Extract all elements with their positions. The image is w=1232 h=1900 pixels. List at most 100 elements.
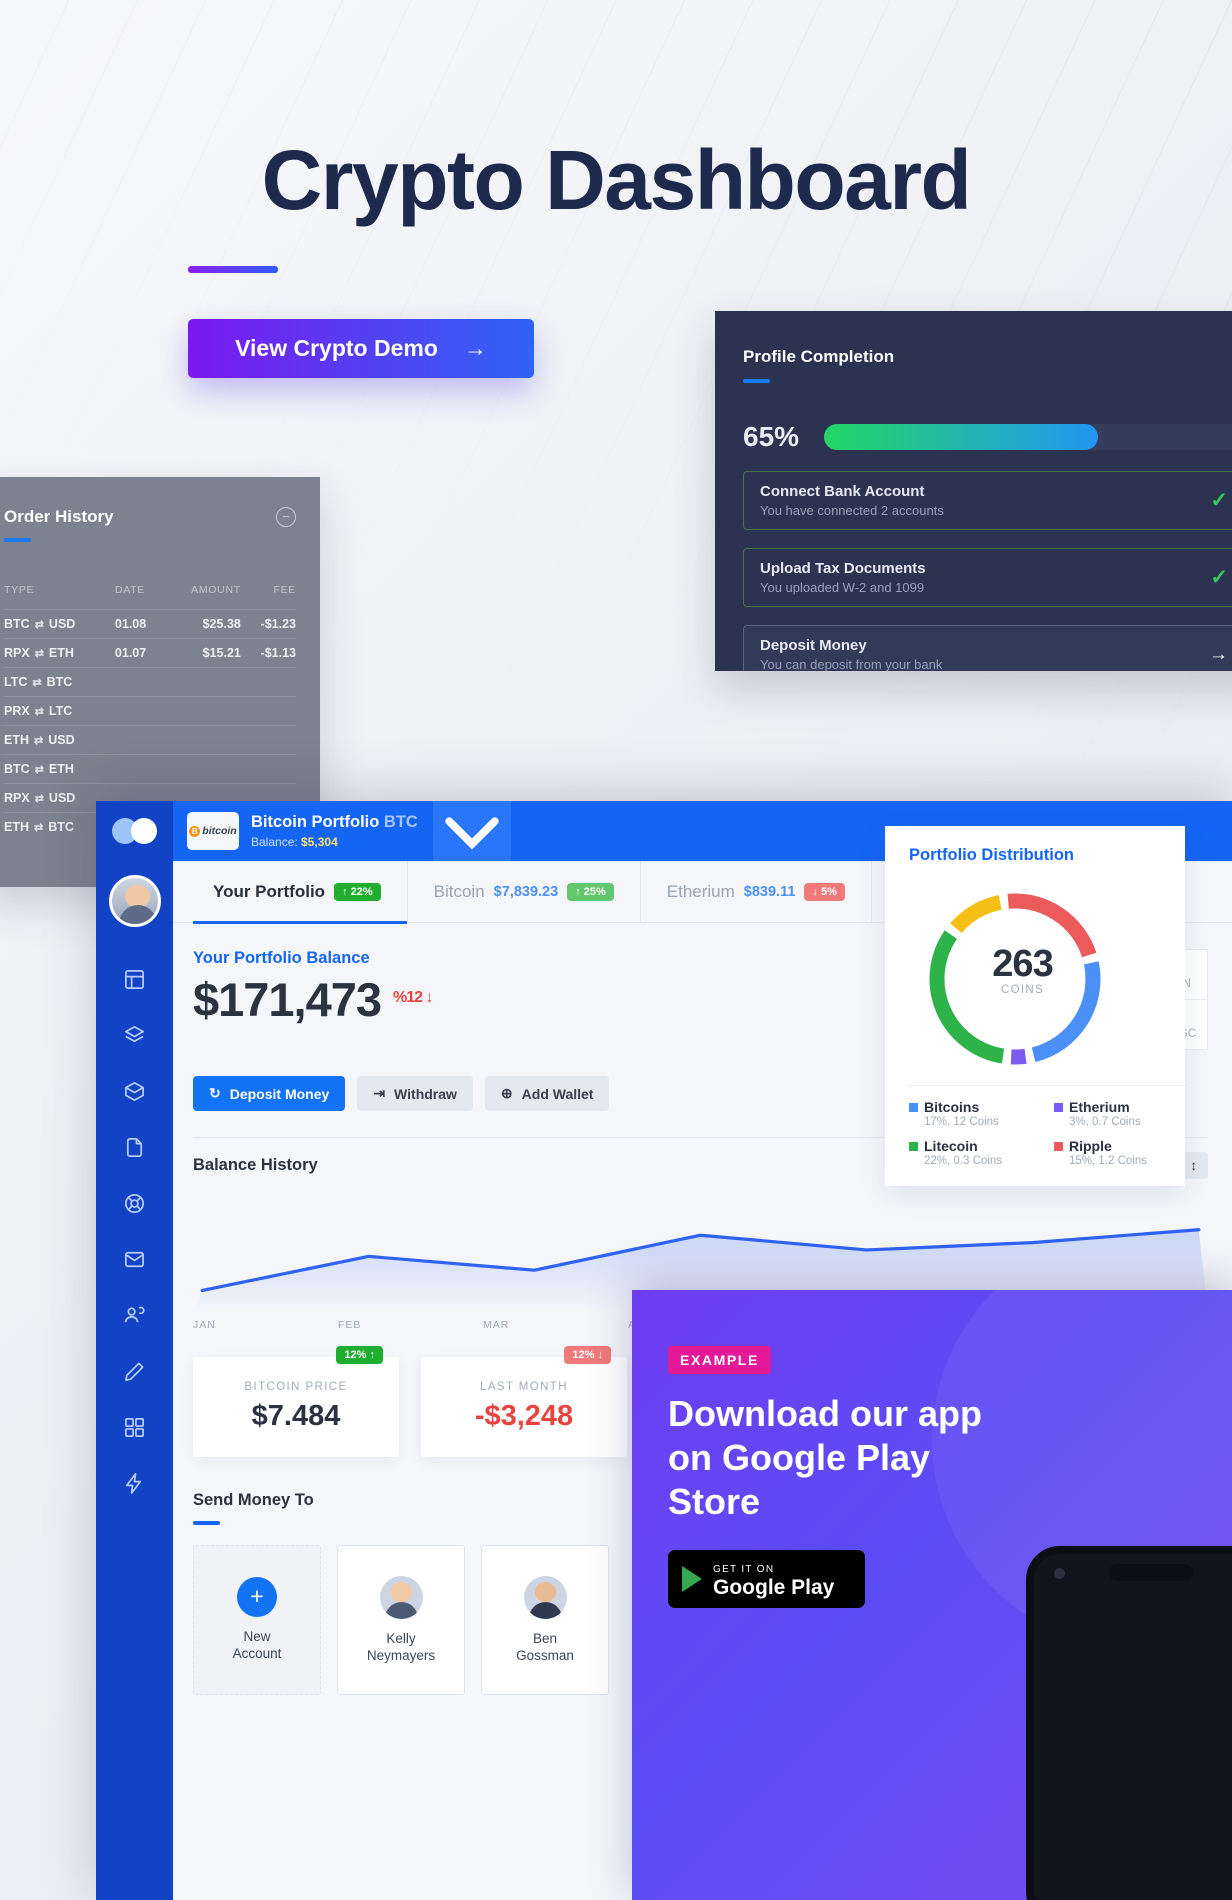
sidebar-item-support[interactable] (109, 1177, 161, 1229)
cell-amount (163, 667, 241, 697)
google-play-small-text: GET IT ON (713, 1563, 775, 1575)
cell-date (114, 667, 164, 697)
section-underline (4, 538, 31, 542)
cell-type: LTC ⇄ BTC (4, 667, 115, 697)
contact-name: Ben Gossman (516, 1630, 574, 1663)
profile-task-item[interactable]: Connect Bank Account You have connected 2… (743, 471, 1232, 530)
cell-type: ETH ⇄ USD (4, 725, 115, 755)
stat-value: -$3,248 (474, 1400, 574, 1432)
table-row[interactable]: PRX ⇄ LTC (4, 696, 296, 726)
sidebar-item-apps[interactable] (109, 1401, 161, 1453)
tab-etherium[interactable]: Etherium $839.11 ↓ 5% (641, 860, 872, 923)
table-row[interactable]: LTC ⇄ BTC (4, 667, 296, 697)
legend-sublabel: 17%, 12 Coins (924, 1116, 999, 1128)
profile-completion-title: Profile Completion (743, 347, 895, 366)
avatar[interactable] (108, 875, 161, 927)
logo-dots-icon (111, 818, 158, 844)
cell-amount: $15.21 (163, 638, 241, 668)
cell-fee: -$1.23 (240, 609, 296, 639)
view-crypto-demo-button[interactable]: View Crypto Demo → (188, 319, 534, 378)
cell-fee (240, 667, 296, 697)
google-play-icon (682, 1565, 702, 1592)
sidebar-item-activity[interactable] (109, 1457, 161, 1509)
profile-task-item[interactable]: Deposit Money You can deposit from your b… (743, 625, 1232, 671)
column-header: TYPE (4, 584, 35, 596)
stat-change-badge: 12% ↑ (336, 1346, 383, 1364)
refresh-icon: ↻ (209, 1085, 221, 1101)
check-icon: ✓ (1210, 489, 1228, 512)
app-logo[interactable] (96, 801, 173, 861)
tab-price: $7,839.23 (493, 883, 559, 900)
portfolio-balance-line: Balance: $5,304 (251, 835, 418, 849)
new-account-button[interactable]: + New Account (193, 1545, 321, 1695)
legend-sublabel: 22%, 0.3 Coins (924, 1155, 1002, 1167)
chevron-down-icon[interactable] (433, 801, 511, 861)
stat-label: LAST MONTH (480, 1381, 568, 1393)
profile-task-title: Upload Tax Documents (760, 560, 926, 577)
tab-label: Your Portfolio (213, 881, 326, 901)
sidebar-item-package[interactable] (109, 1065, 161, 1117)
portfolio-selector[interactable]: Bbitcoin Bitcoin Portfolio BTC Balance: … (173, 801, 433, 861)
balance-amount: $171,473 (193, 973, 382, 1026)
contact-name: Kelly Neymayers (366, 1630, 436, 1663)
donut-legend: Bitcoins 17%, 12 Coins Etherium 3%, 0.7 Coi… (909, 1085, 1185, 1167)
avatar (523, 1575, 567, 1619)
view-crypto-demo-label: View Crypto Demo (235, 335, 438, 361)
legend-swatch (909, 1102, 918, 1112)
contact-card[interactable]: Ben Gossman (481, 1545, 609, 1695)
swap-icon: ⇄ (34, 793, 44, 805)
cell-date: 01.07 (114, 638, 164, 668)
hero-section: Crypto Dashboard View Crypto Demo → (0, 0, 1232, 378)
tab-your-portfolio[interactable]: Your Portfolio ↑ 22% (193, 860, 408, 924)
profile-task-subtitle: You have connected 2 accounts (760, 503, 944, 518)
legend-item: Etherium 3%, 0.7 Coins (1054, 1099, 1185, 1128)
tab-bitcoin[interactable]: Bitcoin $7,839.23 ↑ 25% (408, 860, 641, 923)
deposit-money-button[interactable]: ↻ Deposit Money (193, 1076, 346, 1111)
logout-icon: ⇥ (373, 1085, 386, 1101)
swap-icon: ⇄ (34, 706, 44, 718)
profile-task-subtitle: You uploaded W-2 and 1099 (760, 580, 925, 595)
portfolio-distribution-title: Portfolio Distribution (909, 846, 1074, 864)
sidebar-item-layers[interactable] (109, 1009, 161, 1061)
cell-fee (240, 725, 296, 755)
legend-label: Etherium (1069, 1099, 1130, 1115)
tab-price: $839.11 (743, 883, 796, 900)
collapse-icon[interactable]: − (276, 507, 296, 527)
profile-progress-fill (824, 424, 1098, 450)
sidebar-item-users[interactable] (109, 1289, 161, 1341)
contact-card[interactable]: Kelly Neymayers (337, 1545, 465, 1695)
donut-total-unit: COINS (1001, 984, 1044, 996)
sidebar-item-documents[interactable] (109, 1121, 161, 1173)
swap-icon: ⇄ (34, 619, 44, 631)
legend-label: Ripple (1069, 1138, 1112, 1154)
table-row[interactable]: ETH ⇄ USD (4, 725, 296, 755)
table-row[interactable]: BTC ⇄ USD 01.08 $25.38 -$1.23 (4, 609, 296, 639)
sidebar-item-mail[interactable] (109, 1233, 161, 1285)
donut-total-value: 263 (992, 943, 1053, 985)
tab-change-badge: ↑ 25% (567, 882, 614, 901)
add-wallet-button[interactable]: ⊕ Add Wallet (484, 1076, 610, 1111)
table-row[interactable]: BTC ⇄ ETH (4, 754, 296, 784)
sidebar-item-dashboard[interactable] (109, 953, 161, 1005)
stat-change-badge: 12% ↓ (564, 1346, 611, 1364)
google-play-button[interactable]: GET IT ON Google Play (668, 1549, 865, 1608)
swap-icon: ⇄ (32, 677, 42, 689)
portfolio-name-text: Bitcoin Portfolio (251, 813, 380, 831)
swap-icon: ⇄ (34, 822, 44, 834)
profile-completion-card: Profile Completion 65% Connect Bank Acco… (715, 311, 1232, 671)
withdraw-button[interactable]: ⇥ Withdraw (357, 1076, 473, 1111)
legend-label: Litecoin (924, 1138, 978, 1154)
price-stat-card: 12% ↑ BITCOIN PRICE $7.484 (193, 1346, 399, 1457)
profile-task-item[interactable]: Upload Tax Documents You uploaded W-2 and… (743, 548, 1232, 607)
profile-percent: 65% (743, 421, 800, 452)
balance-value: $5,304 (301, 835, 338, 849)
phone-notch (1109, 1564, 1193, 1581)
profile-task-title: Deposit Money (760, 637, 867, 654)
table-row[interactable]: RPX ⇄ ETH 01.07 $15.21 -$1.13 (4, 638, 296, 668)
legend-item: Ripple 15%, 1.2 Coins (1054, 1138, 1185, 1167)
cell-date (114, 725, 164, 755)
arrow-right-icon: → (463, 335, 487, 361)
axis-tick-label: MAR (483, 1319, 510, 1331)
balance-caption: Your Portfolio Balance (193, 949, 370, 967)
sidebar-item-edit[interactable] (109, 1345, 161, 1397)
